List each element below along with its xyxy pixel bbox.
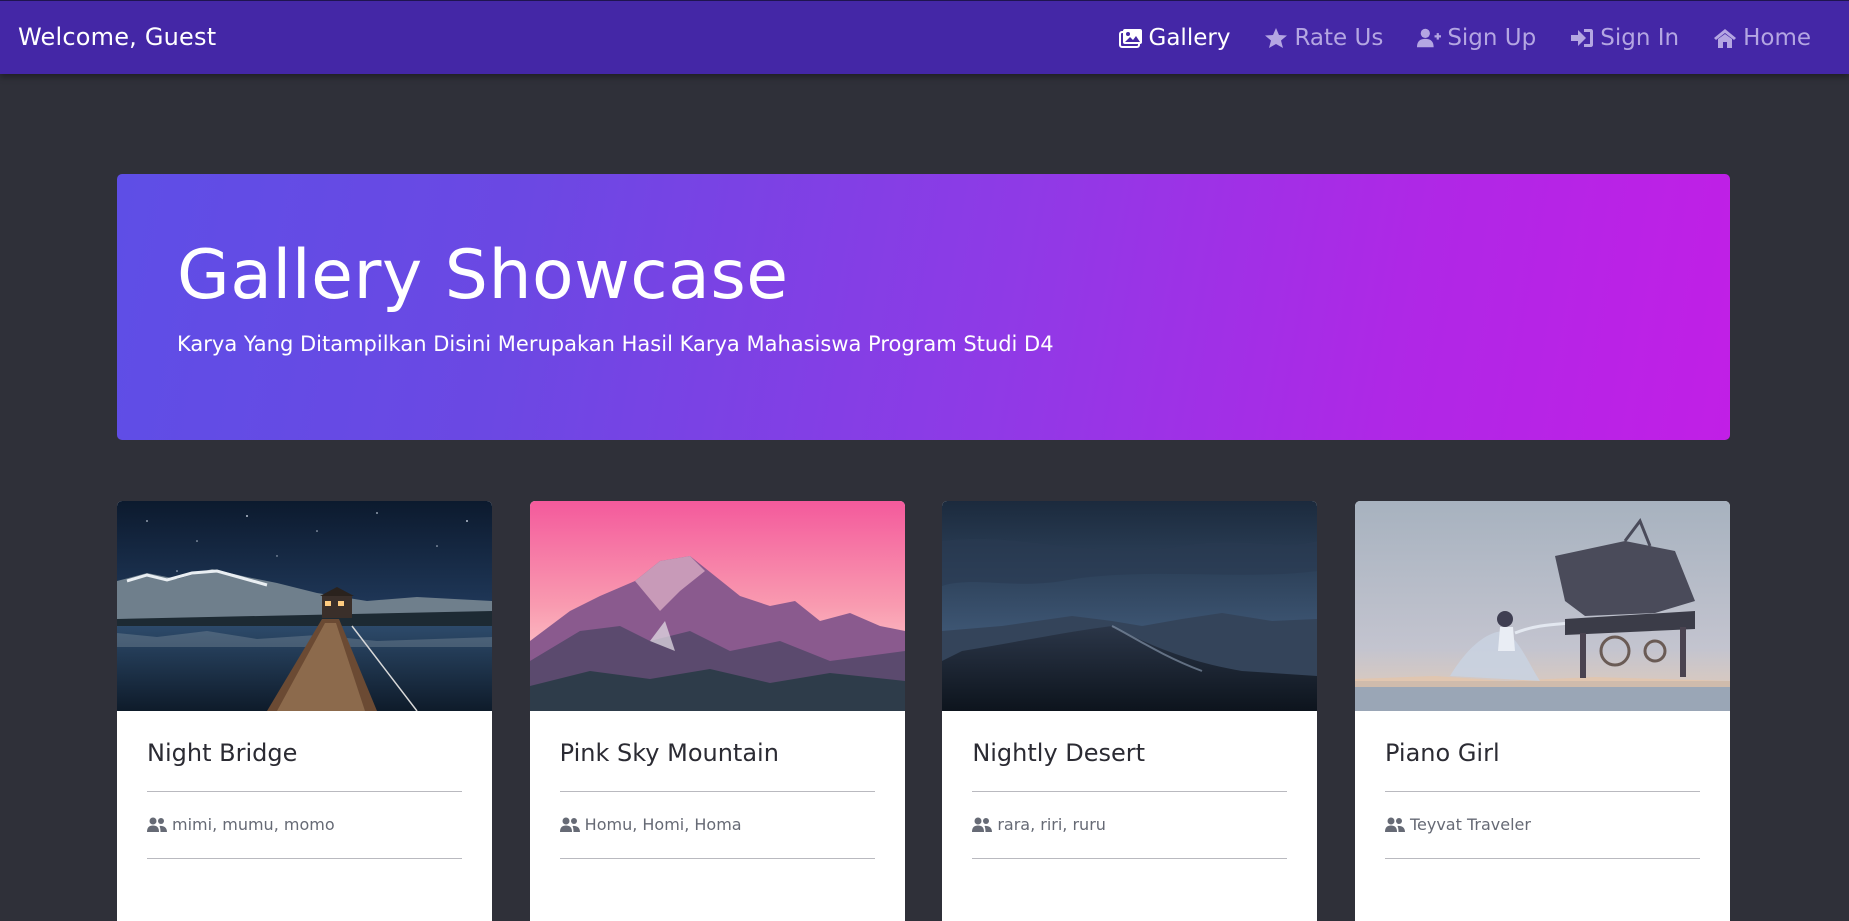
nav-label-gallery: Gallery [1148,25,1231,51]
users-icon [1384,817,1405,832]
gallery-card[interactable]: Pink Sky Mountain Homu, Homi, Homa [529,501,905,921]
card-authors-text: mimi, mumu, momo [172,815,335,834]
card-authors-text: rara, riri, ruru [997,815,1106,834]
gallery-card[interactable]: Nightly Desert rara, riri, ruru [942,501,1318,921]
card-body: Piano Girl Teyvat Traveler [1355,711,1730,859]
nightly-desert-image [942,501,1318,711]
nav-link-gallery[interactable]: Gallery [1118,25,1231,51]
card-title: Nightly Desert [972,739,1288,792]
card-body: Night Bridge mimi, mumu, momo [117,711,492,859]
card-title: Pink Sky Mountain [559,739,875,792]
gallery-card[interactable]: Piano Girl Teyvat Traveler [1354,501,1730,921]
nav-label-sign-up: Sign Up [1447,25,1537,51]
page-subtitle: Karya Yang Ditampilkan Disini Merupakan … [177,332,1054,356]
nav-link-rate-us[interactable]: Rate Us [1264,25,1383,51]
card-authors-text: Teyvat Traveler [1409,815,1531,834]
gallery-card[interactable]: Night Bridge mimi, mumu, momo [117,501,492,921]
users-icon [559,817,580,832]
night-bridge-image [117,501,492,711]
card-authors: Teyvat Traveler [1384,792,1700,859]
card-title: Piano Girl [1384,739,1700,792]
nav-menu: Gallery Rate Us Sign Up Sign In Home [1118,1,1811,75]
user-plus-icon [1417,28,1442,48]
brand-welcome[interactable]: Welcome, Guest [18,23,216,51]
navbar: Welcome, Guest Gallery Rate Us Sign Up S… [0,0,1849,74]
nav-label-rate-us: Rate Us [1294,25,1384,51]
gallery-grid: Night Bridge mimi, mumu, momo Pink Sky M… [117,501,1730,921]
home-icon [1714,29,1737,48]
nav-label-home: Home [1743,25,1811,51]
nav-label-sign-in: Sign In [1600,25,1680,51]
page-title: Gallery Showcase [177,236,789,315]
pink-sky-mountain-image [529,501,905,711]
piano-girl-image [1354,501,1730,711]
users-icon [972,817,993,832]
card-body: Pink Sky Mountain Homu, Homi, Homa [530,711,905,859]
users-icon [147,817,167,832]
nav-link-sign-in[interactable]: Sign In [1570,25,1679,51]
nav-link-home[interactable]: Home [1713,25,1811,51]
hero-banner: Gallery Showcase Karya Yang Ditampilkan … [117,174,1730,440]
star-icon [1265,28,1288,48]
card-title: Night Bridge [147,739,462,792]
card-authors: rara, riri, ruru [972,792,1288,859]
sign-in-icon [1571,29,1594,47]
card-authors: Homu, Homi, Homa [559,792,875,859]
card-authors-text: Homu, Homi, Homa [584,815,742,834]
images-icon [1118,29,1142,48]
card-authors: mimi, mumu, momo [147,792,462,859]
card-body: Nightly Desert rara, riri, ruru [942,711,1317,859]
nav-link-sign-up[interactable]: Sign Up [1417,25,1536,51]
